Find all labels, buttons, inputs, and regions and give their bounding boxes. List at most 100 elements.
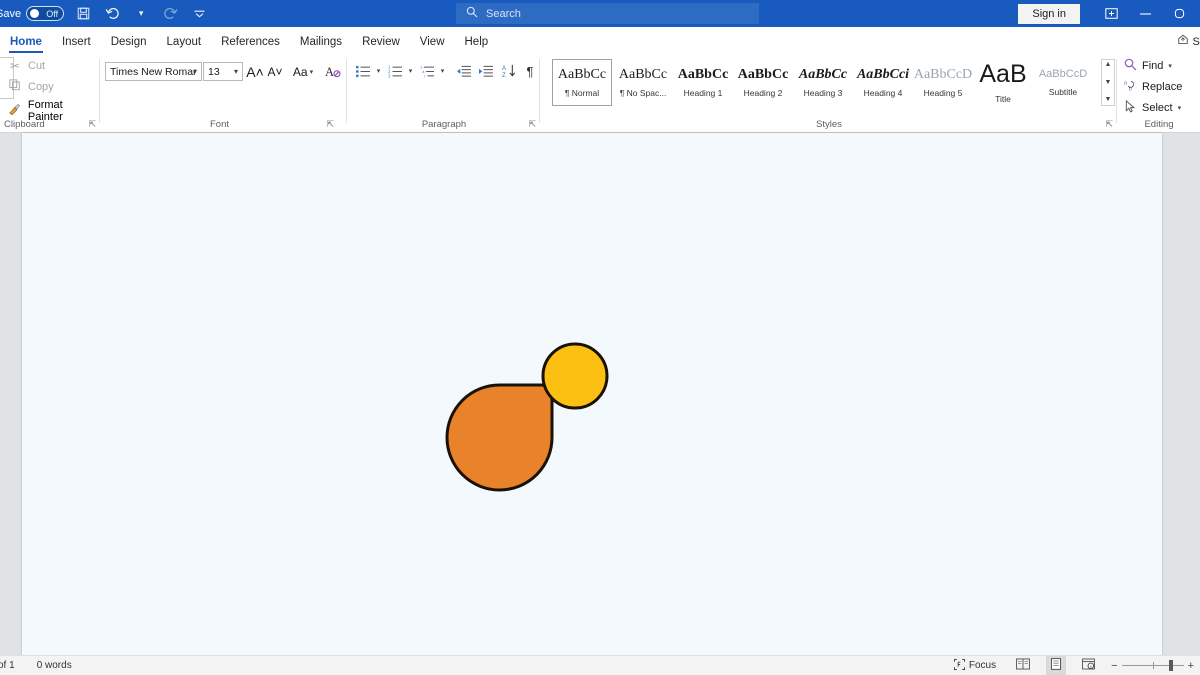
multilevel-dropdown-icon[interactable]: ▾	[436, 61, 448, 81]
bullets-dropdown-icon[interactable]: ▾	[372, 61, 384, 81]
web-layout-button[interactable]: e	[1078, 656, 1099, 675]
find-dropdown-icon[interactable]: ▾	[1168, 62, 1172, 70]
style-name: Heading 5	[923, 88, 963, 99]
autosave-label: Save	[0, 7, 22, 20]
styles-dialog-launcher-icon[interactable]: ⇱	[1105, 119, 1113, 130]
decrease-indent-icon[interactable]	[454, 61, 474, 81]
style-heading-2[interactable]: AaBbCc Heading 2	[733, 59, 793, 106]
web-layout-icon: e	[1082, 658, 1096, 673]
style-heading-4[interactable]: AaBbCci Heading 4	[853, 59, 913, 106]
clipboard-dialog-launcher-icon[interactable]: ⇱	[88, 119, 96, 130]
circle-shape[interactable]	[541, 342, 609, 410]
style-preview: AaBbCc	[737, 66, 789, 82]
minimize-button[interactable]	[1128, 0, 1162, 27]
chevron-down-icon[interactable]: ▾	[234, 67, 238, 76]
zoom-in-button[interactable]: +	[1188, 660, 1194, 672]
zoom-track[interactable]	[1121, 660, 1184, 671]
tab-view[interactable]: View	[410, 36, 455, 54]
undo-dropdown-icon[interactable]: ▾	[131, 4, 151, 24]
styles-scroll-down-icon[interactable]: ▼	[1105, 78, 1112, 88]
document-page[interactable]	[22, 133, 1162, 655]
select-button[interactable]: Select ▾	[1124, 99, 1182, 116]
shrink-font-button[interactable]: A˅	[265, 61, 285, 82]
ribbon-display-options-icon[interactable]	[1094, 0, 1128, 27]
tab-insert[interactable]: Insert	[52, 36, 101, 54]
style-no-spacing[interactable]: AaBbCc ¶ No Spac...	[613, 59, 673, 106]
replace-button[interactable]: ab Replace	[1124, 79, 1182, 95]
font-name-input[interactable]: Times New Romar ▾	[105, 62, 202, 81]
style-heading-5[interactable]: AaBbCcD Heading 5	[913, 59, 973, 106]
zoom-handle[interactable]	[1168, 660, 1173, 671]
autosave-switch[interactable]: Off	[26, 6, 65, 21]
word-count[interactable]: 0 words	[37, 660, 72, 671]
numbering-dropdown-icon[interactable]: ▾	[404, 61, 416, 81]
styles-scrollbar[interactable]: ▲ ▼ ▼	[1101, 59, 1115, 106]
group-divider	[346, 59, 347, 123]
ribbon-group-clipboard: ✂ Cut Copy Format Painter Clipboard ⇱	[0, 53, 100, 133]
change-case-button[interactable]: Aa ▾	[287, 61, 319, 82]
select-dropdown-icon[interactable]: ▾	[1178, 104, 1182, 112]
clear-formatting-button[interactable]: A	[323, 61, 343, 82]
print-layout-button[interactable]	[1046, 656, 1067, 675]
ribbon-group-font: Times New Romar ▾ 13 ▾ A˄ A˅ Aa▾ A B I U…	[101, 53, 341, 159]
style-preview: AaBbCcD	[913, 66, 973, 82]
magnifier-icon	[1124, 58, 1137, 74]
style-subtitle[interactable]: AaBbCcD Subtitle	[1033, 59, 1093, 106]
cut-button[interactable]: ✂ Cut	[8, 59, 45, 73]
style-heading-3[interactable]: AaBbCc Heading 3	[793, 59, 853, 106]
floppy-disk-icon[interactable]	[73, 4, 93, 24]
font-dialog-launcher-icon[interactable]: ⇱	[326, 119, 334, 130]
tab-review[interactable]: Review	[352, 36, 410, 54]
teardrop-shape[interactable]	[445, 383, 554, 492]
status-left: of 1 0 words	[0, 660, 72, 671]
style-heading-1[interactable]: AaBbCc Heading 1	[673, 59, 733, 106]
read-mode-button[interactable]	[1012, 656, 1034, 675]
tab-mailings[interactable]: Mailings	[290, 36, 352, 54]
chevron-down-icon[interactable]: ▾	[193, 67, 197, 76]
style-preview: AaBbCc	[557, 66, 607, 82]
numbered-list-icon[interactable]: 123	[386, 61, 404, 81]
multilevel-list-icon[interactable]: 1ai	[418, 61, 436, 81]
styles-more-icon[interactable]: ▼	[1105, 95, 1112, 105]
select-label: Select	[1142, 102, 1173, 114]
tab-home[interactable]: Home	[0, 36, 52, 54]
autosave-toggle[interactable]: Save Off	[0, 6, 65, 21]
bullet-list-icon[interactable]	[354, 61, 372, 81]
style-name: ¶ Normal	[564, 88, 600, 99]
chevron-down-icon[interactable]: ▾	[310, 68, 314, 76]
restore-button[interactable]	[1162, 0, 1196, 27]
tab-references[interactable]: References	[211, 36, 290, 54]
share-button[interactable]: Sh	[1177, 34, 1200, 49]
search-icon	[466, 6, 478, 21]
focus-mode-icon	[953, 658, 965, 673]
search-input[interactable]: Search	[456, 3, 759, 24]
undo-icon[interactable]	[102, 4, 122, 24]
replace-label: Replace	[1142, 81, 1183, 93]
pilcrow-icon[interactable]: ¶	[521, 61, 539, 81]
style-title[interactable]: AaB Title	[973, 59, 1033, 106]
style-normal[interactable]: AaBbCc ¶ Normal	[552, 59, 612, 106]
increase-indent-icon[interactable]	[476, 61, 496, 81]
focus-button[interactable]: Focus	[950, 657, 1000, 675]
sign-in-button[interactable]: Sign in	[1018, 3, 1080, 24]
paragraph-dialog-launcher-icon[interactable]: ⇱	[528, 119, 536, 130]
zoom-slider[interactable]: − +	[1111, 660, 1194, 672]
customize-quick-access-icon[interactable]	[189, 4, 209, 24]
font-size-input[interactable]: 13 ▾	[203, 62, 243, 81]
zoom-out-button[interactable]: −	[1111, 660, 1117, 672]
grow-font-button[interactable]: A˄	[245, 61, 265, 82]
styles-scroll-up-icon[interactable]: ▲	[1105, 60, 1112, 70]
find-button[interactable]: Find ▾	[1124, 58, 1172, 74]
document-area	[0, 133, 1200, 655]
style-name: Heading 2	[743, 88, 783, 99]
copy-button[interactable]: Copy	[8, 79, 54, 94]
svg-text:a: a	[422, 70, 425, 74]
tab-help[interactable]: Help	[455, 36, 499, 54]
tab-layout[interactable]: Layout	[157, 36, 212, 54]
tab-design[interactable]: Design	[101, 36, 157, 54]
sort-az-icon[interactable]: AZ	[499, 61, 519, 81]
font-size-value: 13	[208, 65, 220, 78]
group-divider	[1116, 59, 1117, 123]
zoom-midpoint	[1152, 662, 1154, 669]
page-count[interactable]: of 1	[0, 660, 15, 671]
